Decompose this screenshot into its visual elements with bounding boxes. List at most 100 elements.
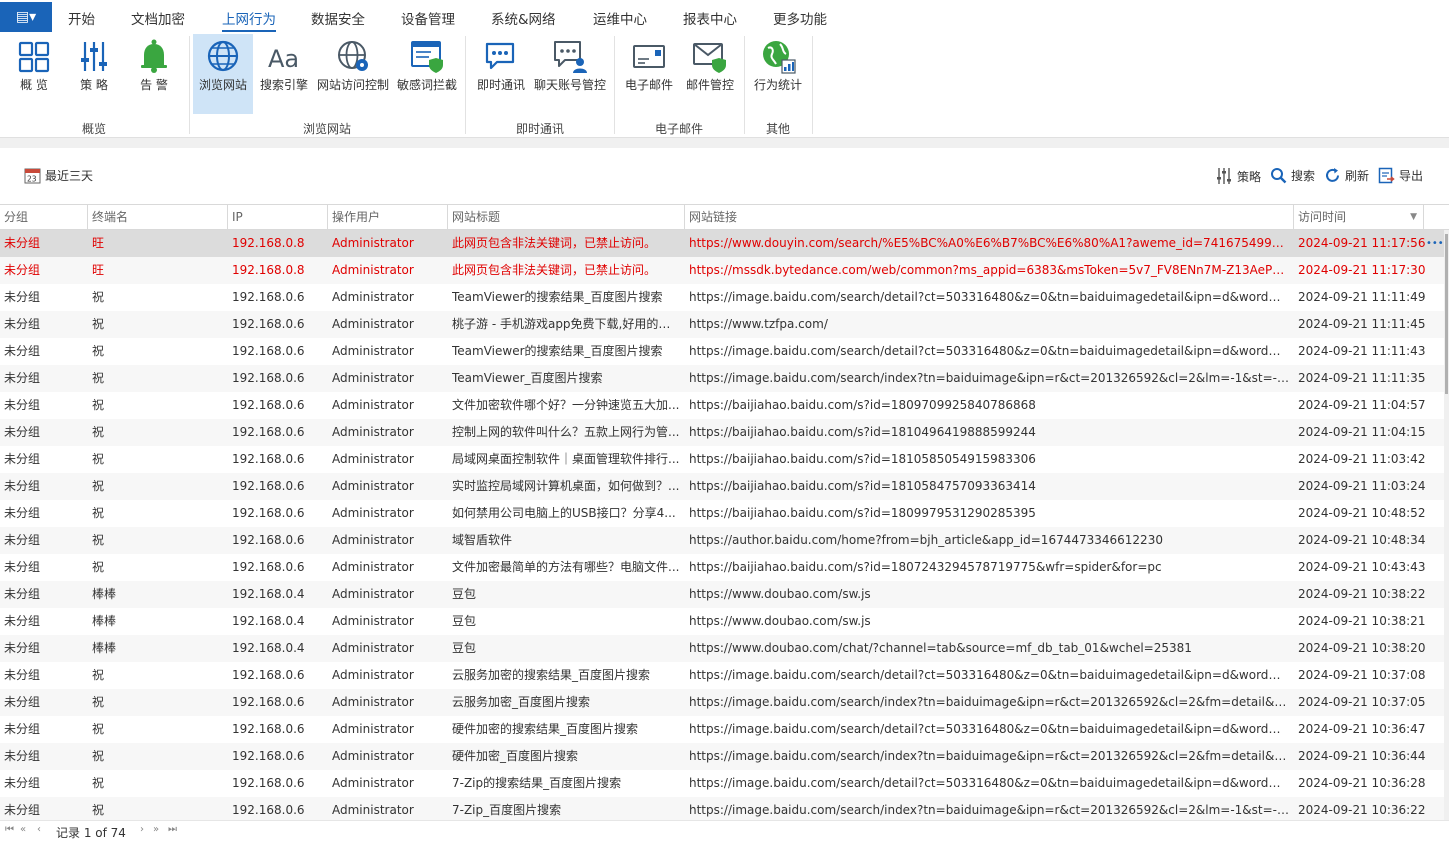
cell-title: 文件加密软件哪个好？一分钟速览五大加... xyxy=(452,398,680,412)
tab-doc-encrypt[interactable]: 文档加密 xyxy=(131,8,185,28)
column-header-user[interactable]: 操作用户 xyxy=(328,205,448,229)
sliders-icon xyxy=(81,42,107,71)
last-page-icon[interactable]: ⏭ xyxy=(168,824,177,835)
table-row[interactable]: 未分组 棒棒 192.168.0.4 Administrator 豆包 https://w… xyxy=(0,581,1444,608)
ribbon-separator xyxy=(812,36,813,134)
table-row[interactable]: 未分组 祝 192.168.0.6 Administrator 硬件加密_百度图片搜索 h… xyxy=(0,743,1444,770)
alert-button[interactable]: 告 警 xyxy=(128,34,180,114)
table-row[interactable]: 未分组 祝 192.168.0.6 Administrator 控制上网的软件叫什么？五… xyxy=(0,419,1444,446)
cell-time: 2024-09-21 10:48:34 xyxy=(1298,533,1426,547)
column-header-group-label: 分组 xyxy=(4,210,29,224)
prev-page-icon[interactable]: ‹ xyxy=(37,824,41,835)
cell-ip: 192.168.0.8 xyxy=(232,236,305,250)
chat-account-control-button[interactable]: 聊天账号管控 xyxy=(531,34,609,114)
window-shield-icon xyxy=(411,41,443,73)
search-engine-button[interactable]: Aa 搜索引擎 xyxy=(256,34,312,114)
table-row[interactable]: 未分组 旺 192.168.0.8 Administrator 此网页包含非法关键词，已… xyxy=(0,230,1444,257)
tab-web-behavior[interactable]: 上网行为 xyxy=(222,8,276,32)
table-row[interactable]: 未分组 祝 192.168.0.6 Administrator 域智盾软件 https:/… xyxy=(0,527,1444,554)
instant-messaging-button[interactable]: 即时通讯 xyxy=(473,34,529,114)
grid-header: 分组 终端名 IP 操作用户 网站标题 网站链接 访问时间 ▼ xyxy=(0,204,1449,230)
website-access-control-button[interactable]: 网站访问控制 xyxy=(315,34,391,114)
table-row[interactable]: 未分组 棒棒 192.168.0.4 Administrator 豆包 https://w… xyxy=(0,608,1444,635)
app-menu-button[interactable]: ▤▾ xyxy=(0,2,52,32)
cell-group: 未分组 xyxy=(4,506,41,520)
globe-stats-icon xyxy=(763,41,796,74)
table-row[interactable]: 未分组 祝 192.168.0.6 Administrator 云服务加密的搜索结果_百… xyxy=(0,662,1444,689)
cell-ip: 192.168.0.4 xyxy=(232,614,305,628)
first-page-icon[interactable]: ⏮ xyxy=(5,824,14,835)
cell-terminal: 祝 xyxy=(92,803,105,817)
cell-url: https://image.baidu.com/search/detail?ct… xyxy=(689,344,1289,358)
tab-device-mgmt[interactable]: 设备管理 xyxy=(401,8,455,28)
column-header-url[interactable]: 网站链接 xyxy=(685,205,1294,229)
next-group-icon[interactable]: » xyxy=(153,824,159,835)
refresh-icon xyxy=(1326,168,1339,182)
group-label-browse: 浏览网站 xyxy=(302,122,351,136)
cell-ip: 192.168.0.6 xyxy=(232,749,305,763)
scrollbar-thumb[interactable] xyxy=(1445,234,1448,394)
table-row[interactable]: 未分组 祝 192.168.0.6 Administrator 7-Zip的搜索结果_百… xyxy=(0,770,1444,797)
cell-title: 豆包 xyxy=(452,587,477,601)
policy-ribbon-button[interactable]: 策 略 xyxy=(68,34,120,114)
cell-terminal: 祝 xyxy=(92,452,105,466)
overview-button[interactable]: 概 览 xyxy=(8,34,60,114)
search-button[interactable]: 搜索 xyxy=(1270,167,1315,184)
table-row[interactable]: 未分组 祝 192.168.0.6 Administrator 局域网桌面控制软件｜桌面… xyxy=(0,446,1444,473)
cell-url: https://image.baidu.com/search/index?tn=… xyxy=(689,371,1289,385)
table-row[interactable]: 未分组 祝 192.168.0.6 Administrator 硬件加密的搜索结果_百度… xyxy=(0,716,1444,743)
table-row[interactable]: 未分组 祝 192.168.0.6 Administrator 实时监控局域网计算机桌面… xyxy=(0,473,1444,500)
group-label-other: 其他 xyxy=(765,122,790,136)
column-header-ip[interactable]: IP xyxy=(228,205,328,229)
policy-label: 策略 xyxy=(1237,169,1262,184)
vertical-scrollbar[interactable] xyxy=(1444,230,1449,820)
dashboard-icon xyxy=(18,41,50,73)
table-row[interactable]: 未分组 祝 192.168.0.6 Administrator 文件加密软件哪个好？一分… xyxy=(0,392,1444,419)
toolbar: 23 最近三天 策略 搜索 刷新 导出 xyxy=(0,148,1449,204)
cell-ip: 192.168.0.6 xyxy=(232,452,305,466)
behavior-statistics-button[interactable]: 行为统计 xyxy=(750,34,806,114)
column-header-terminal[interactable]: 终端名 xyxy=(88,205,228,229)
tab-system-network[interactable]: 系统&网络 xyxy=(491,8,556,28)
tab-start[interactable]: 开始 xyxy=(68,8,95,28)
cell-group: 未分组 xyxy=(4,290,41,304)
table-row[interactable]: 未分组 祝 192.168.0.6 Administrator 云服务加密_百度图片搜索… xyxy=(0,689,1444,716)
refresh-button[interactable]: 刷新 xyxy=(1324,167,1369,184)
website-access-control-label: 网站访问控制 xyxy=(316,78,389,92)
prev-group-icon[interactable]: « xyxy=(20,824,26,835)
table-row[interactable]: 未分组 祝 192.168.0.6 Administrator 7-Zip_百度图片搜索… xyxy=(0,797,1444,820)
cell-url: https://image.baidu.com/search/index?tn=… xyxy=(689,749,1289,763)
table-row[interactable]: 未分组 祝 192.168.0.6 Administrator 桃子游 - 手机游戏ap… xyxy=(0,311,1444,338)
cell-terminal: 祝 xyxy=(92,425,105,439)
column-header-time[interactable]: 访问时间 ▼ xyxy=(1294,205,1424,229)
table-row[interactable]: 未分组 旺 192.168.0.8 Administrator 此网页包含非法关键词，已… xyxy=(0,257,1444,284)
date-range-button[interactable]: 23 最近三天 xyxy=(24,167,93,184)
cell-user: Administrator xyxy=(332,344,414,358)
column-header-ip-label: IP xyxy=(232,210,243,224)
browse-website-button[interactable]: 浏览网站 xyxy=(193,34,253,114)
cell-group: 未分组 xyxy=(4,317,41,331)
tab-report-center[interactable]: 报表中心 xyxy=(683,8,737,28)
row-more-icon[interactable]: ••• xyxy=(1426,230,1444,257)
table-row[interactable]: 未分组 棒棒 192.168.0.4 Administrator 豆包 https://w… xyxy=(0,635,1444,662)
email-control-button[interactable]: 邮件管控 xyxy=(681,34,739,114)
export-button[interactable]: 导出 xyxy=(1378,167,1423,184)
table-row[interactable]: 未分组 祝 192.168.0.6 Administrator 如何禁用公司电脑上的US… xyxy=(0,500,1444,527)
tab-data-security[interactable]: 数据安全 xyxy=(311,8,365,28)
cell-terminal: 旺 xyxy=(92,236,105,250)
cell-terminal: 祝 xyxy=(92,749,105,763)
next-page-icon[interactable]: › xyxy=(140,824,144,835)
table-row[interactable]: 未分组 祝 192.168.0.6 Administrator TeamViewer的搜… xyxy=(0,338,1444,365)
column-header-group[interactable]: 分组 xyxy=(0,205,88,229)
cell-group: 未分组 xyxy=(4,533,41,547)
table-row[interactable]: 未分组 祝 192.168.0.6 Administrator TeamViewer的搜… xyxy=(0,284,1444,311)
email-button[interactable]: 电子邮件 xyxy=(620,34,678,114)
table-row[interactable]: 未分组 祝 192.168.0.6 Administrator TeamViewer_百… xyxy=(0,365,1444,392)
policy-button[interactable]: 策略 xyxy=(1215,167,1261,185)
tab-more-features[interactable]: 更多功能 xyxy=(773,8,827,28)
column-header-title[interactable]: 网站标题 xyxy=(448,205,685,229)
sensitive-word-block-button[interactable]: 敏感词拦截 xyxy=(394,34,460,114)
cell-ip: 192.168.0.6 xyxy=(232,506,305,520)
table-row[interactable]: 未分组 祝 192.168.0.6 Administrator 文件加密最简单的方法有哪… xyxy=(0,554,1444,581)
tab-ops-center[interactable]: 运维中心 xyxy=(593,8,647,28)
